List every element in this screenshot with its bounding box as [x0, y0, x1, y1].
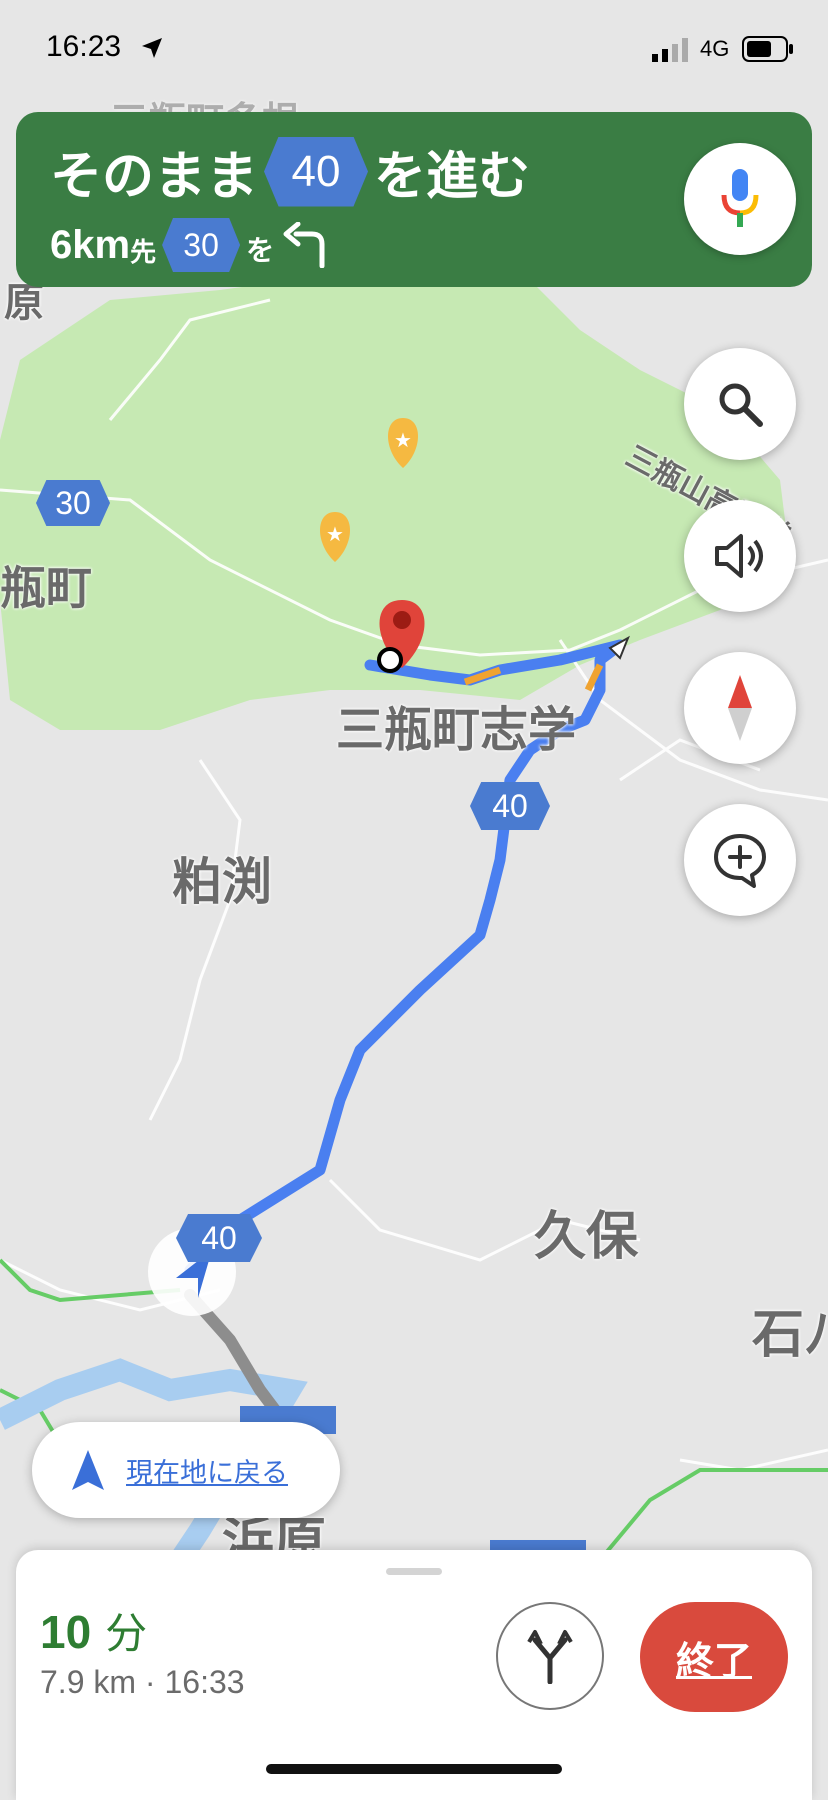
report-button[interactable] [684, 804, 796, 916]
recenter-button[interactable]: 現在地に戻る [32, 1422, 340, 1518]
turn-left-icon [283, 222, 325, 268]
search-button[interactable] [684, 348, 796, 460]
instruction-line: そのまま 40 を進む [50, 134, 530, 209]
clock: 16:23 [46, 30, 122, 63]
map-label-kubo: 久保 [534, 1207, 639, 1267]
add-comment-icon [714, 834, 766, 888]
route-shield-30: 30 [36, 480, 110, 526]
next-particle: を [246, 234, 275, 267]
map-label-kasubuchi: 粕渕 [172, 853, 272, 911]
next-step-line: 6km 先 30 を [50, 218, 334, 272]
end-navigation-button[interactable]: 終了 [640, 1602, 788, 1712]
network-type: 4G [700, 36, 730, 61]
trip-summary-sheet[interactable]: 10 分 7.9 km · 16:33 終了 [16, 1550, 812, 1800]
compass-icon [728, 675, 752, 741]
navigation-banner[interactable]: そのまま 40 を進む 6km 先 30 を [16, 112, 812, 287]
route-shield-40: 40 [264, 136, 369, 207]
compass-button[interactable] [684, 652, 796, 764]
microphone-icon [721, 169, 759, 227]
trip-summary: 7.9 km · 16:33 [40, 1664, 245, 1700]
route-split-icon [527, 1630, 573, 1684]
route-shield-40: 40 [176, 1214, 262, 1262]
map-label-ishi: 石ﾉ [752, 1305, 828, 1365]
sound-button[interactable] [684, 500, 796, 612]
voice-search-button[interactable] [684, 143, 796, 255]
route-shield-30: 30 [162, 218, 241, 272]
instruction-suffix: を進む [374, 147, 531, 207]
location-arrow-icon [142, 38, 162, 58]
svg-text:★: ★ [394, 428, 412, 452]
navigation-arrow-icon [72, 1450, 104, 1490]
search-icon [719, 383, 763, 427]
map-label-shigaku: 三瓶町志学 [336, 702, 577, 758]
next-ahead: 先 [130, 237, 157, 268]
route-shield-40: 40 [470, 782, 550, 830]
map-label-mitoya: 瓶町 [0, 561, 92, 615]
home-indicator[interactable] [266, 1764, 562, 1774]
svg-text:★: ★ [326, 522, 344, 546]
speaker-icon [715, 534, 763, 578]
battery-icon [742, 36, 793, 62]
next-distance: 6km [50, 222, 131, 267]
instruction-prefix: そのまま [50, 147, 259, 207]
recenter-label: 現在地に戻る [126, 1457, 288, 1489]
status-bar: 16:23 4G [0, 0, 828, 100]
alternate-routes-button[interactable] [496, 1602, 604, 1710]
eta-unit: 分 [105, 1609, 148, 1658]
sheet-handle[interactable] [386, 1568, 442, 1575]
signal-icon [652, 38, 688, 62]
eta-minutes: 10 [40, 1606, 92, 1658]
eta-time: 10 分 [40, 1600, 147, 1661]
